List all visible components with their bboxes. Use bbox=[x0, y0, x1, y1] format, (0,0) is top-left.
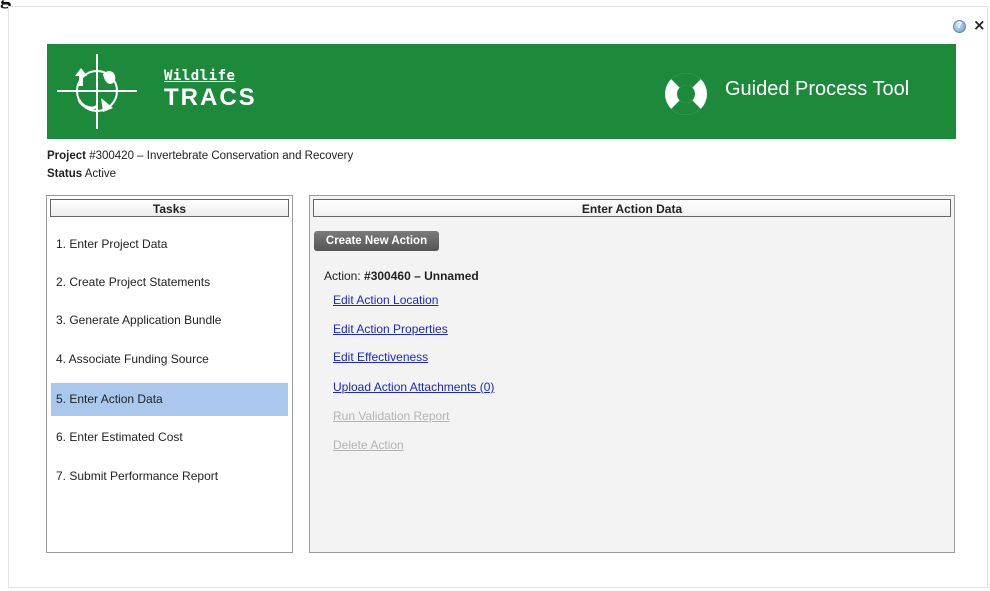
lifering-icon bbox=[665, 73, 707, 115]
close-icon[interactable]: × bbox=[973, 16, 986, 34]
action-label: Action: bbox=[324, 269, 361, 283]
delete-action-link: Delete Action bbox=[333, 438, 404, 452]
task-item-enter-project-data[interactable]: 1. Enter Project Data bbox=[51, 228, 288, 261]
help-icon[interactable]: ? bbox=[953, 20, 966, 33]
edit-action-properties-link[interactable]: Edit Action Properties bbox=[333, 322, 448, 336]
wildlife-tracs-logo-icon bbox=[57, 54, 137, 129]
tasks-header: Tasks bbox=[50, 199, 289, 217]
edit-effectiveness-link[interactable]: Edit Effectiveness bbox=[333, 350, 428, 364]
enter-action-data-panel: Enter Action Data Create New Action Acti… bbox=[309, 195, 955, 553]
main-panel-header: Enter Action Data bbox=[313, 199, 951, 217]
status-value: Active bbox=[84, 168, 117, 180]
task-item-create-project-statements[interactable]: 2. Create Project Statements bbox=[51, 266, 288, 299]
project-label: Project bbox=[47, 150, 86, 162]
header-banner: Wildlife TRACS Guided Process Tool bbox=[47, 44, 956, 139]
tasks-panel: Tasks 1. Enter Project Data 2. Create Pr… bbox=[46, 195, 293, 553]
task-item-associate-funding-source[interactable]: 4. Associate Funding Source bbox=[51, 343, 288, 376]
task-item-generate-application-bundle[interactable]: 3. Generate Application Bundle bbox=[51, 304, 288, 337]
status-info: Status Active bbox=[47, 168, 116, 180]
brand-tracs-text: TRACS bbox=[164, 84, 257, 111]
task-item-enter-estimated-cost[interactable]: 6. Enter Estimated Cost bbox=[51, 421, 288, 454]
task-item-enter-action-data[interactable]: 5. Enter Action Data bbox=[51, 383, 288, 416]
task-item-submit-performance-report[interactable]: 7. Submit Performance Report bbox=[51, 460, 288, 493]
create-new-action-button[interactable]: Create New Action bbox=[314, 231, 439, 251]
tool-title: Guided Process Tool bbox=[725, 78, 910, 100]
project-info: Project #300420 – Invertebrate Conservat… bbox=[47, 150, 353, 162]
upload-action-attachments-link[interactable]: Upload Action Attachments (0) bbox=[333, 380, 494, 394]
status-label: Status bbox=[47, 168, 83, 180]
run-validation-report-link: Run Validation Report bbox=[333, 409, 450, 423]
action-info: Action: #300460 – Unnamed bbox=[324, 269, 479, 283]
brand-wildlife-text: Wildlife bbox=[164, 68, 236, 84]
project-value: #300420 – Invertebrate Conservation and … bbox=[89, 150, 354, 162]
action-value: #300460 – Unnamed bbox=[364, 269, 479, 283]
edit-action-location-link[interactable]: Edit Action Location bbox=[333, 293, 438, 307]
